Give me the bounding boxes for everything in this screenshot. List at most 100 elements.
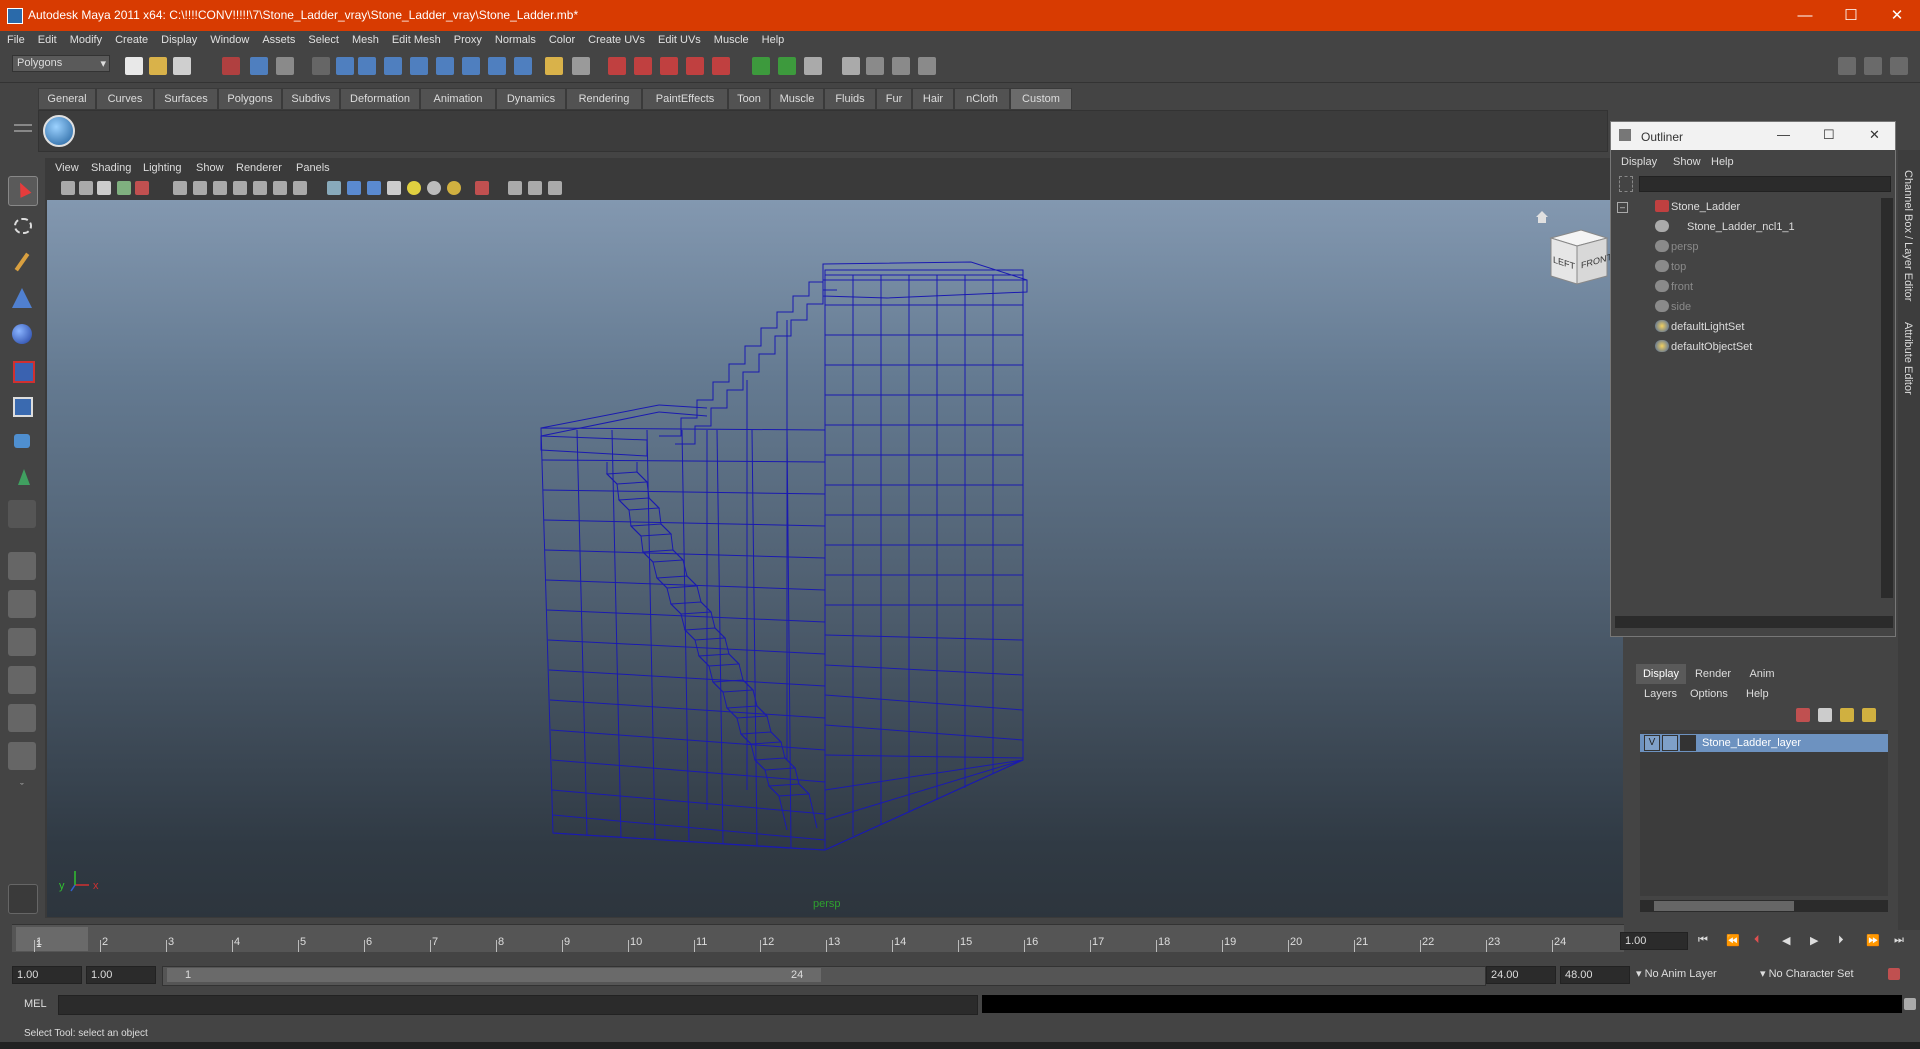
input-output-icon[interactable] — [752, 57, 770, 75]
panel-menu-shading[interactable]: Shading — [91, 162, 131, 174]
tab-toon[interactable]: Toon — [728, 88, 770, 110]
outliner-item-top[interactable]: top — [1615, 258, 1877, 276]
channel-box-layer-editor-tab[interactable]: Channel Box / Layer Editor — [1902, 170, 1914, 301]
mask-misc-icon[interactable] — [514, 57, 532, 75]
hypershade-layout-icon[interactable] — [8, 704, 36, 732]
outliner-item-front[interactable]: front — [1615, 278, 1877, 296]
default-light-icon[interactable] — [407, 181, 421, 195]
outliner-menu-display[interactable]: Display — [1621, 156, 1657, 168]
panel-menu-show[interactable]: Show — [196, 162, 224, 174]
mask-joints-icon[interactable] — [358, 57, 376, 75]
wireframe-on-shaded-icon[interactable] — [367, 181, 381, 195]
xray-icon[interactable] — [508, 181, 522, 195]
layer-menu-options[interactable]: Options — [1690, 688, 1728, 700]
panel-menu-panels[interactable]: Panels — [296, 162, 330, 174]
menu-edit-mesh[interactable]: Edit Mesh — [385, 31, 447, 46]
current-time-field[interactable]: 1.00 — [1620, 932, 1688, 950]
tab-ncloth[interactable]: nCloth — [954, 88, 1010, 110]
universal-manipulator-icon[interactable] — [8, 392, 36, 420]
create-layer-from-selection-icon[interactable] — [1818, 708, 1832, 722]
construction-history-icon[interactable] — [778, 57, 796, 75]
go-to-start-icon[interactable]: ⏮ — [1698, 934, 1708, 947]
menu-normals[interactable]: Normals — [488, 31, 542, 46]
home-icon[interactable] — [1535, 210, 1549, 224]
layer-horizontal-scrollbar[interactable] — [1640, 900, 1888, 912]
scale-tool-icon[interactable] — [8, 356, 36, 384]
ipr-render-icon[interactable] — [866, 57, 884, 75]
perspective-viewport[interactable]: x y LEFT FRONT — [47, 200, 1623, 917]
safe-action-icon[interactable] — [273, 181, 287, 195]
layer-tab-display[interactable]: Display — [1636, 664, 1686, 684]
select-hierarchy-icon[interactable] — [222, 57, 240, 75]
tab-subdivs[interactable]: Subdivs — [282, 88, 340, 110]
render-frame-icon[interactable] — [842, 57, 860, 75]
end-time-field[interactable]: 48.00 — [1560, 966, 1630, 984]
mask-rendering-icon[interactable] — [488, 57, 506, 75]
layer-color-swatch[interactable] — [1680, 735, 1696, 751]
wireframe-icon[interactable] — [327, 181, 341, 195]
camera-select-icon[interactable] — [61, 181, 75, 195]
character-set-dropdown[interactable]: ▾ No Character Set — [1760, 967, 1854, 980]
single-perspective-layout-icon[interactable] — [8, 552, 36, 580]
menu-display[interactable]: Display — [154, 31, 203, 46]
grid-icon[interactable] — [173, 181, 187, 195]
outliner-maximize-button[interactable]: ☐ — [1823, 127, 1835, 143]
layer-tab-render[interactable]: Render — [1688, 664, 1738, 684]
mask-handles-icon[interactable] — [336, 57, 354, 75]
move-layer-down-icon[interactable] — [1862, 708, 1876, 722]
field-chart-icon[interactable] — [253, 181, 267, 195]
tab-rendering[interactable]: Rendering — [566, 88, 642, 110]
layer-row[interactable]: V Stone_Ladder_layer — [1640, 734, 1888, 752]
tab-curves[interactable]: Curves — [96, 88, 154, 110]
show-manipulator-icon[interactable] — [8, 464, 36, 492]
open-scene-icon[interactable] — [149, 57, 167, 75]
outliner-item-side[interactable]: side — [1615, 298, 1877, 316]
move-tool-icon[interactable] — [8, 284, 36, 312]
2d-pan-zoom-icon[interactable] — [135, 181, 149, 195]
rotate-tool-icon[interactable] — [8, 320, 36, 348]
smooth-shade-icon[interactable] — [347, 181, 361, 195]
save-scene-icon[interactable] — [173, 57, 191, 75]
menu-window[interactable]: Window — [203, 31, 255, 46]
tab-dynamics[interactable]: Dynamics — [496, 88, 566, 110]
range-slider[interactable]: 1 24 — [162, 966, 1486, 986]
minimize-button[interactable]: — — [1782, 0, 1828, 31]
safe-title-icon[interactable] — [293, 181, 307, 195]
command-language-label[interactable]: MEL — [24, 998, 47, 1010]
outliner-horizontal-scrollbar[interactable] — [1615, 616, 1893, 628]
outliner-vertical-scrollbar[interactable] — [1881, 198, 1893, 598]
tab-fluids[interactable]: Fluids — [824, 88, 876, 110]
menu-edit-uvs[interactable]: Edit UVs — [651, 31, 707, 46]
stone-ladder-wireframe[interactable]: x y — [47, 200, 1623, 917]
lock-selection-icon[interactable] — [545, 57, 563, 75]
menu-set-selector[interactable]: Polygons ▾ — [12, 55, 110, 72]
last-tool-icon[interactable] — [8, 500, 36, 528]
paint-select-tool-icon[interactable] — [8, 248, 36, 276]
menu-muscle[interactable]: Muscle — [707, 31, 755, 46]
mask-surfaces-icon[interactable] — [410, 57, 428, 75]
tab-muscle[interactable]: Muscle — [770, 88, 824, 110]
create-empty-layer-icon[interactable] — [1796, 708, 1810, 722]
highlight-selection-icon[interactable] — [572, 57, 590, 75]
current-time-marker[interactable] — [16, 927, 88, 951]
menu-color[interactable]: Color — [542, 31, 581, 46]
animation-preferences-icon[interactable] — [1888, 968, 1900, 980]
snap-grid-icon[interactable] — [608, 57, 626, 75]
script-editor-icon[interactable] — [1904, 998, 1916, 1010]
playback-start-field[interactable]: 1.00 — [86, 966, 156, 984]
range-slider-handle[interactable] — [167, 968, 821, 982]
mask-dynamics-icon[interactable] — [462, 57, 480, 75]
menu-modify[interactable]: Modify — [63, 31, 108, 46]
new-scene-icon[interactable] — [125, 57, 143, 75]
resolution-gate-icon[interactable] — [213, 181, 227, 195]
play-forwards-icon[interactable]: ▶ — [1810, 934, 1818, 947]
menu-assets[interactable]: Assets — [255, 31, 301, 46]
persp-graph-layout-icon[interactable] — [8, 666, 36, 694]
mask-curves-icon[interactable] — [384, 57, 402, 75]
shelf-options-icon[interactable] — [14, 120, 32, 146]
attribute-editor-tab[interactable]: Attribute Editor — [1902, 322, 1914, 395]
tab-surfaces[interactable]: Surfaces — [154, 88, 218, 110]
outliner-title-bar[interactable]: Outliner — ☐ ✕ — [1611, 122, 1895, 150]
isolate-select-icon[interactable] — [475, 181, 489, 195]
render-settings-icon[interactable] — [892, 57, 910, 75]
